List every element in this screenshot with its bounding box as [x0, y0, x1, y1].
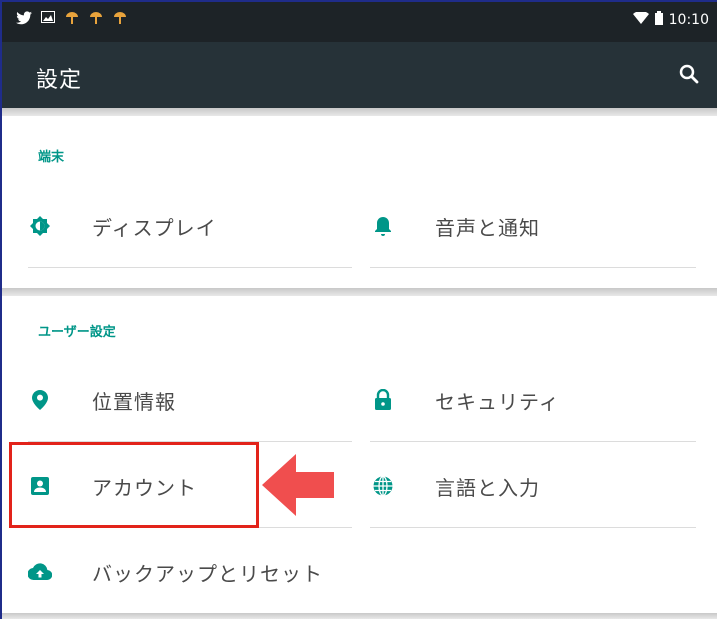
cloud-upload-icon [28, 560, 52, 584]
page-title: 設定 [36, 68, 83, 93]
setting-item-security[interactable]: セキュリティ [345, 370, 695, 430]
battery-icon [654, 11, 663, 29]
status-bar-notifications [16, 11, 128, 27]
setting-item-label: ディスプレイ [92, 215, 217, 240]
lock-icon [371, 388, 395, 412]
search-icon[interactable] [677, 62, 701, 86]
section-separator [2, 108, 717, 116]
bell-icon [371, 214, 395, 238]
status-bar: 10:10 [2, 2, 717, 42]
brightness-icon [28, 214, 52, 238]
setting-item-language[interactable]: 言語と入力 [345, 456, 695, 516]
section-title-user: ユーザー設定 [38, 325, 116, 340]
status-bar-right: 10:10 [632, 10, 709, 29]
section-title-device: 端末 [38, 150, 65, 165]
item-divider [370, 441, 696, 442]
wifi-icon [632, 10, 649, 28]
location-icon [28, 388, 52, 412]
notification-icon [64, 11, 80, 27]
notification-icon [112, 11, 128, 27]
twitter-icon [16, 11, 32, 27]
setting-item-label: セキュリティ [435, 389, 560, 414]
setting-item-location[interactable]: 位置情報 [2, 370, 352, 430]
item-divider [28, 267, 352, 268]
app-toolbar: 設定 [2, 42, 717, 108]
setting-item-backup[interactable]: バックアップとリセット [2, 542, 382, 602]
section-separator [2, 288, 717, 296]
item-divider [370, 527, 696, 528]
image-icon [40, 11, 56, 27]
setting-item-label: 言語と入力 [435, 475, 540, 500]
item-divider [370, 267, 696, 268]
globe-icon [371, 474, 395, 498]
setting-item-label: バックアップとリセット [92, 561, 323, 586]
setting-item-sound[interactable]: 音声と通知 [345, 196, 695, 256]
setting-item-label: 音声と通知 [435, 215, 540, 240]
notification-icon [88, 11, 104, 27]
account-highlight-box [9, 442, 259, 528]
setting-item-label: 位置情報 [92, 389, 176, 414]
pointer-arrow-icon [262, 454, 334, 516]
setting-item-display[interactable]: ディスプレイ [2, 196, 352, 256]
clock: 10:10 [668, 12, 709, 28]
section-separator [2, 613, 717, 619]
